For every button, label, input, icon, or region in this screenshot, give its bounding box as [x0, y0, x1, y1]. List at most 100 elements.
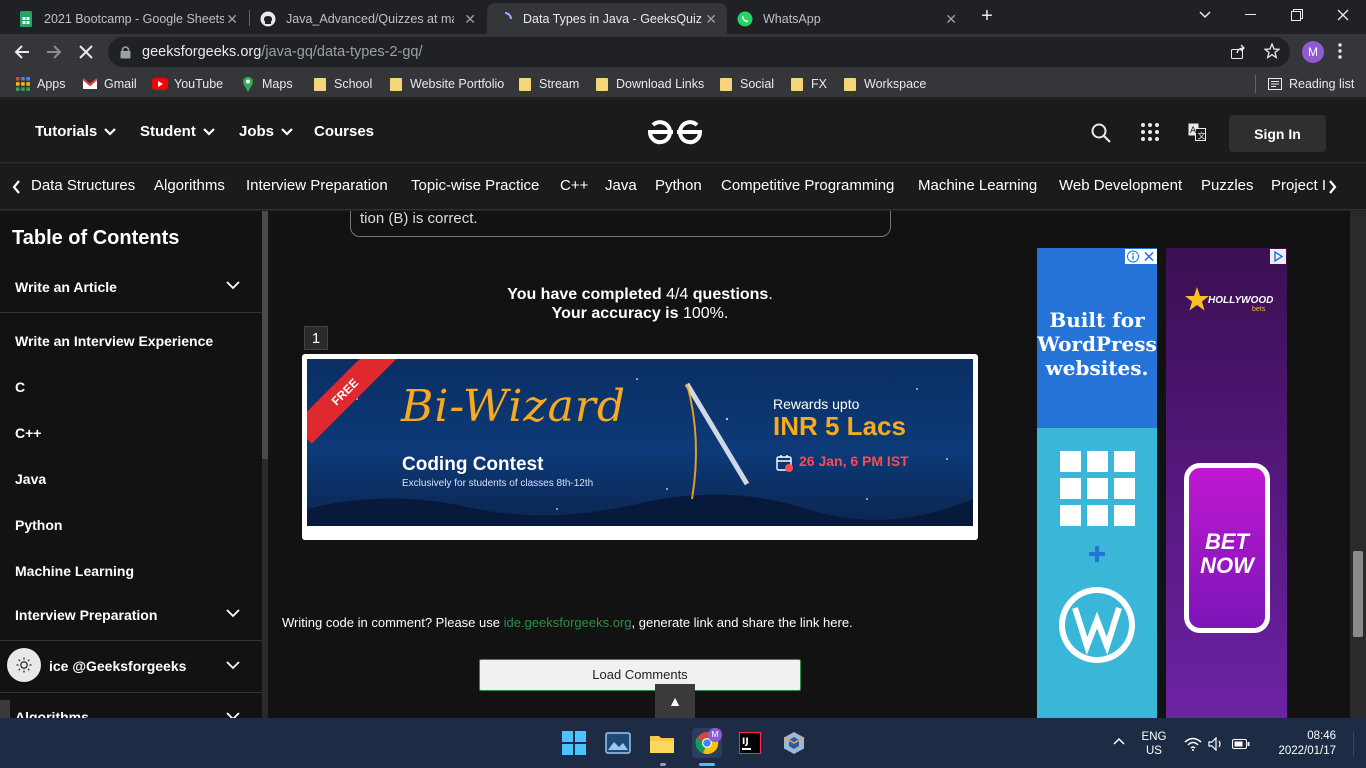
chevron-up-icon[interactable] — [1113, 737, 1125, 745]
new-tab-plus-icon[interactable]: + — [976, 5, 998, 27]
nav-student[interactable]: Student — [140, 123, 215, 140]
sidebar-handle[interactable] — [0, 700, 10, 718]
category-machine-learning[interactable]: Machine Learning — [918, 177, 1037, 194]
bookmark-fx[interactable]: FX — [789, 76, 827, 92]
gfg-logo-icon[interactable] — [647, 119, 703, 145]
sign-in-button[interactable]: Sign In — [1229, 115, 1326, 152]
bookmark-website-portfolio[interactable]: Website Portfolio — [388, 76, 504, 92]
bookmark-school[interactable]: School — [312, 76, 372, 92]
translate-icon[interactable]: A文 — [1188, 123, 1208, 143]
back-arrow-icon[interactable] — [10, 40, 34, 64]
tab-geeksquiz[interactable]: Data Types in Java - GeeksQuiz ✕ — [487, 3, 727, 34]
sidebar-scrollbar-thumb[interactable] — [262, 211, 268, 459]
load-comments-button[interactable]: Load Comments — [479, 659, 801, 691]
bi-wizard-banner[interactable]: FREE Bi-Wizard Coding Contest Exclusivel… — [302, 354, 978, 540]
language-indicator[interactable]: ENG US — [1136, 731, 1172, 757]
category-topic-wise-practice[interactable]: Topic-wise Practice — [411, 177, 539, 194]
scroll-left-chevron-icon[interactable] — [12, 180, 21, 194]
tab-google-sheets[interactable]: 2021 Bootcamp - Google Sheets ✕ — [8, 3, 248, 34]
scroll-right-chevron-icon[interactable] — [1328, 180, 1337, 194]
sidebar-item-python[interactable]: Python — [15, 517, 62, 533]
category-web-development[interactable]: Web Development — [1059, 177, 1182, 194]
bookmark-download-links[interactable]: Download Links — [594, 76, 704, 92]
bookmark-youtube[interactable]: YouTube — [152, 76, 223, 92]
show-desktop-edge[interactable] — [1353, 732, 1354, 756]
url-text[interactable]: geeksforgeeks.org/java-gq/data-types-2-g… — [142, 44, 423, 60]
sidebar-item-algorithms[interactable]: Algorithms — [15, 709, 89, 718]
close-tab-icon[interactable]: ✕ — [226, 11, 238, 28]
category-interview-preparation[interactable]: Interview Preparation — [246, 177, 388, 194]
hollywood-star-icon — [1184, 286, 1210, 312]
share-icon[interactable] — [1230, 44, 1246, 60]
category-competitive-programming[interactable]: Competitive Programming — [721, 177, 894, 194]
category-cpp[interactable]: C++ — [560, 177, 588, 194]
bookmark-gmail[interactable]: Gmail — [82, 76, 137, 92]
category-puzzles[interactable]: Puzzles — [1201, 177, 1254, 194]
lock-icon[interactable] — [120, 45, 131, 59]
reading-list-button[interactable]: Reading list — [1267, 76, 1354, 92]
battery-icon[interactable] — [1232, 739, 1250, 749]
search-icon[interactable] — [1091, 123, 1111, 143]
category-java[interactable]: Java — [605, 177, 637, 194]
chevron-down-icon[interactable] — [226, 281, 242, 297]
volume-icon[interactable] — [1208, 737, 1224, 751]
bookmark-maps[interactable]: Maps — [240, 76, 293, 92]
bookmark-apps[interactable]: Apps — [15, 76, 66, 92]
intellij-icon[interactable]: IJ — [736, 729, 764, 757]
category-python[interactable]: Python — [655, 177, 702, 194]
close-tab-icon[interactable]: ✕ — [464, 11, 476, 28]
chevron-down-icon[interactable] — [226, 661, 242, 677]
sidebar-item-write-article[interactable]: Write an Article — [15, 279, 117, 295]
minimize-icon[interactable] — [1228, 0, 1274, 30]
back-to-top-button[interactable]: ▲ — [655, 684, 695, 718]
theme-toggle-sun-icon[interactable] — [7, 648, 41, 682]
nav-jobs[interactable]: Jobs — [239, 123, 293, 140]
wordpress-ad[interactable]: Built for WordPress websites. — [1037, 248, 1157, 718]
tab-github[interactable]: Java_Advanced/Quizzes at main ✕ — [250, 3, 486, 34]
nav-courses[interactable]: Courses — [314, 123, 374, 140]
restore-icon[interactable] — [1274, 0, 1320, 30]
windows-start-icon[interactable] — [560, 729, 588, 757]
ad-close-icon[interactable] — [1141, 249, 1157, 264]
address-bar[interactable]: geeksforgeeks.org/java-gq/data-types-2-g… — [108, 37, 1290, 67]
page-scrollbar-thumb[interactable] — [1353, 551, 1363, 637]
forward-arrow-icon[interactable] — [42, 40, 66, 64]
bookmark-stream[interactable]: Stream — [517, 76, 579, 92]
sidebar-item-interview-preparation[interactable]: Interview Preparation — [15, 607, 157, 623]
question-number-button[interactable]: 1 — [304, 326, 328, 350]
sidebar-item-cpp[interactable]: C++ — [15, 425, 41, 441]
page-scrollbar[interactable] — [1350, 211, 1366, 718]
bookmark-star-icon[interactable] — [1264, 43, 1280, 59]
sidebar-scrollbar[interactable] — [262, 211, 268, 718]
sidebar-item-java[interactable]: Java — [15, 471, 46, 487]
stop-loading-icon[interactable] — [74, 40, 98, 64]
nav-tutorials[interactable]: Tutorials — [35, 123, 117, 140]
tab-whatsapp[interactable]: WhatsApp ✕ — [727, 3, 967, 34]
close-tab-icon[interactable]: ✕ — [945, 11, 957, 28]
sidebar-item-machine-learning[interactable]: Machine Learning — [15, 563, 134, 579]
hollywood-bets-ad[interactable]: HOLLYWOOD bets BET NOW — [1166, 248, 1287, 718]
clock[interactable]: 08:46 2022/01/17 — [1258, 730, 1336, 757]
close-tab-icon[interactable]: ✕ — [705, 11, 717, 28]
bookmark-workspace[interactable]: Workspace — [842, 76, 926, 92]
tab-search-chevron-icon[interactable] — [1182, 0, 1228, 30]
sidebar-item-c[interactable]: C — [15, 379, 25, 395]
photos-app-icon[interactable] — [604, 729, 632, 757]
file-explorer-icon[interactable] — [648, 729, 676, 757]
close-window-icon[interactable] — [1320, 0, 1366, 30]
apps-grid-icon[interactable] — [1141, 123, 1161, 143]
profile-avatar[interactable]: M — [1302, 41, 1324, 63]
category-project-ideas[interactable]: Project I — [1271, 177, 1327, 194]
chrome-menu-icon[interactable] — [1338, 43, 1342, 59]
ad-info-icon[interactable] — [1125, 249, 1141, 264]
chevron-down-icon[interactable] — [226, 609, 242, 625]
adchoices-icon[interactable] — [1270, 249, 1286, 264]
sidebar-item-practice[interactable]: ice @Geeksforgeeks — [49, 658, 186, 674]
virtualbox-icon[interactable] — [780, 729, 808, 757]
category-data-structures[interactable]: Data Structures — [31, 177, 135, 194]
bookmark-social[interactable]: Social — [718, 76, 774, 92]
ide-link[interactable]: ide.geeksforgeeks.org — [504, 615, 632, 630]
category-algorithms[interactable]: Algorithms — [154, 177, 225, 194]
sidebar-item-interview-experience[interactable]: Write an Interview Experience — [15, 333, 213, 349]
wifi-icon[interactable] — [1184, 737, 1202, 751]
